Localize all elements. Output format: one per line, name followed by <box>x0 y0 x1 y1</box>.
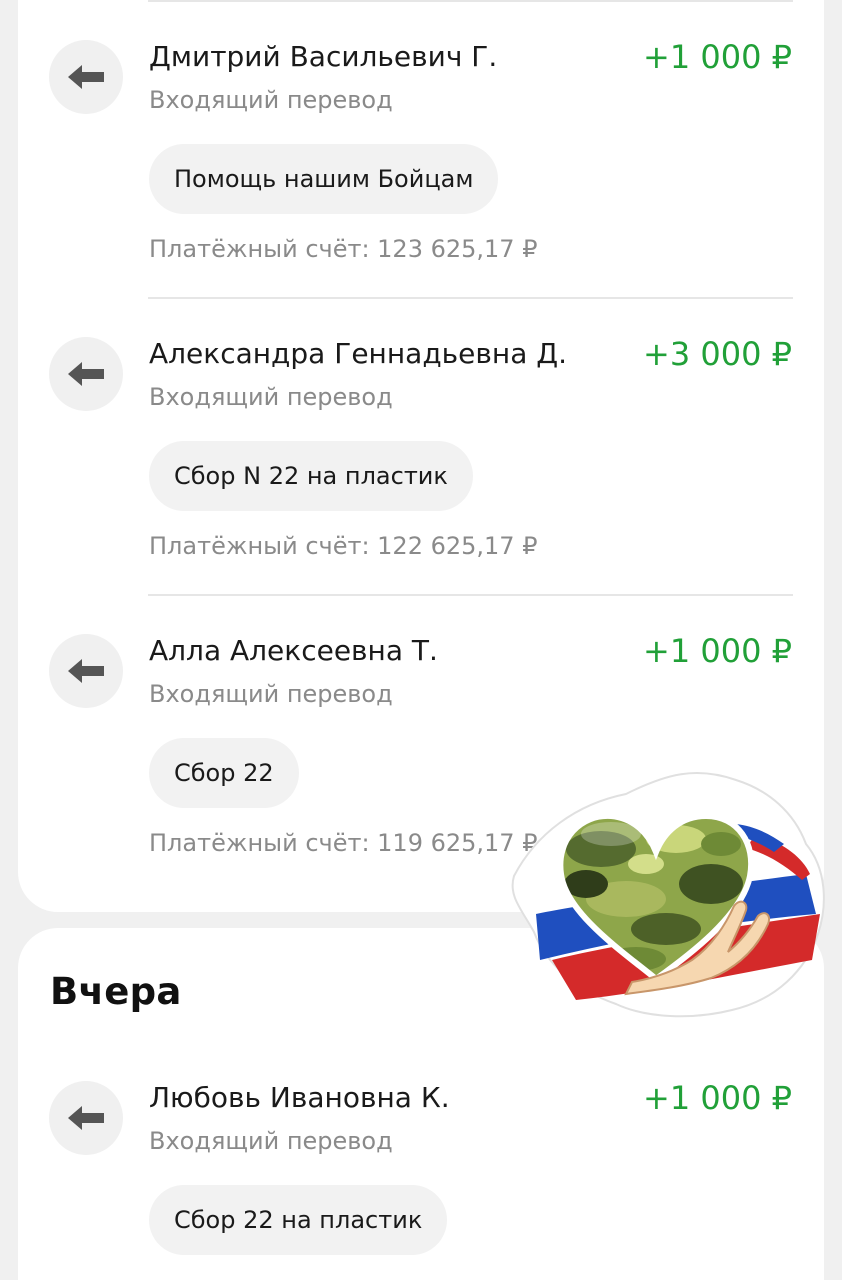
sender-name: Любовь Ивановна К. <box>149 1081 450 1114</box>
account-balance: Платёжный счёт: 123 625,17 ₽ <box>149 235 538 263</box>
sender-name: Александра Геннадьевна Д. <box>149 337 568 370</box>
incoming-transfer-icon <box>49 40 123 114</box>
transaction-item[interactable]: Дмитрий Васильевич Г. Входящий перевод +… <box>0 2 842 292</box>
account-balance: Платёжный счёт: 119 625,17 ₽ <box>149 829 538 857</box>
arrow-left-icon <box>68 1106 104 1130</box>
transfer-message-bubble: Сбор 22 <box>149 738 299 808</box>
transaction-history-screen: Дмитрий Васильевич Г. Входящий перевод +… <box>0 0 842 1280</box>
camouflage-heart-in-hand-sticker <box>511 771 825 1018</box>
transfer-message-bubble: Сбор N 22 на пластик <box>149 441 473 511</box>
transaction-item[interactable]: Александра Геннадьевна Д. Входящий перев… <box>0 299 842 589</box>
incoming-transfer-icon <box>49 634 123 708</box>
transfer-message-bubble: Сбор 22 на пластик <box>149 1185 448 1255</box>
arrow-left-icon <box>68 659 104 683</box>
transaction-type: Входящий перевод <box>149 680 393 708</box>
sender-name: Алла Алексеевна Т. <box>149 634 438 667</box>
arrow-left-icon <box>68 65 104 89</box>
transaction-amount: +3 000 ₽ <box>643 335 792 373</box>
transfer-message-bubble: Помощь нашим Бойцам <box>149 144 499 214</box>
arrow-left-icon <box>68 362 104 386</box>
transaction-type: Входящий перевод <box>149 1127 393 1155</box>
sender-name: Дмитрий Васильевич Г. <box>149 40 498 73</box>
transaction-amount: +1 000 ₽ <box>643 632 792 670</box>
transaction-item[interactable]: Любовь Ивановна К. Входящий перевод +1 0… <box>0 1043 842 1280</box>
incoming-transfer-icon <box>49 337 123 411</box>
incoming-transfer-icon <box>49 1081 123 1155</box>
transaction-amount: +1 000 ₽ <box>643 1079 792 1117</box>
account-balance: Платёжный счёт: 122 625,17 ₽ <box>149 532 538 560</box>
transaction-type: Входящий перевод <box>149 86 393 114</box>
section-title-yesterday: Вчера <box>50 970 182 1013</box>
transaction-amount: +1 000 ₽ <box>643 38 792 76</box>
transaction-type: Входящий перевод <box>149 383 393 411</box>
